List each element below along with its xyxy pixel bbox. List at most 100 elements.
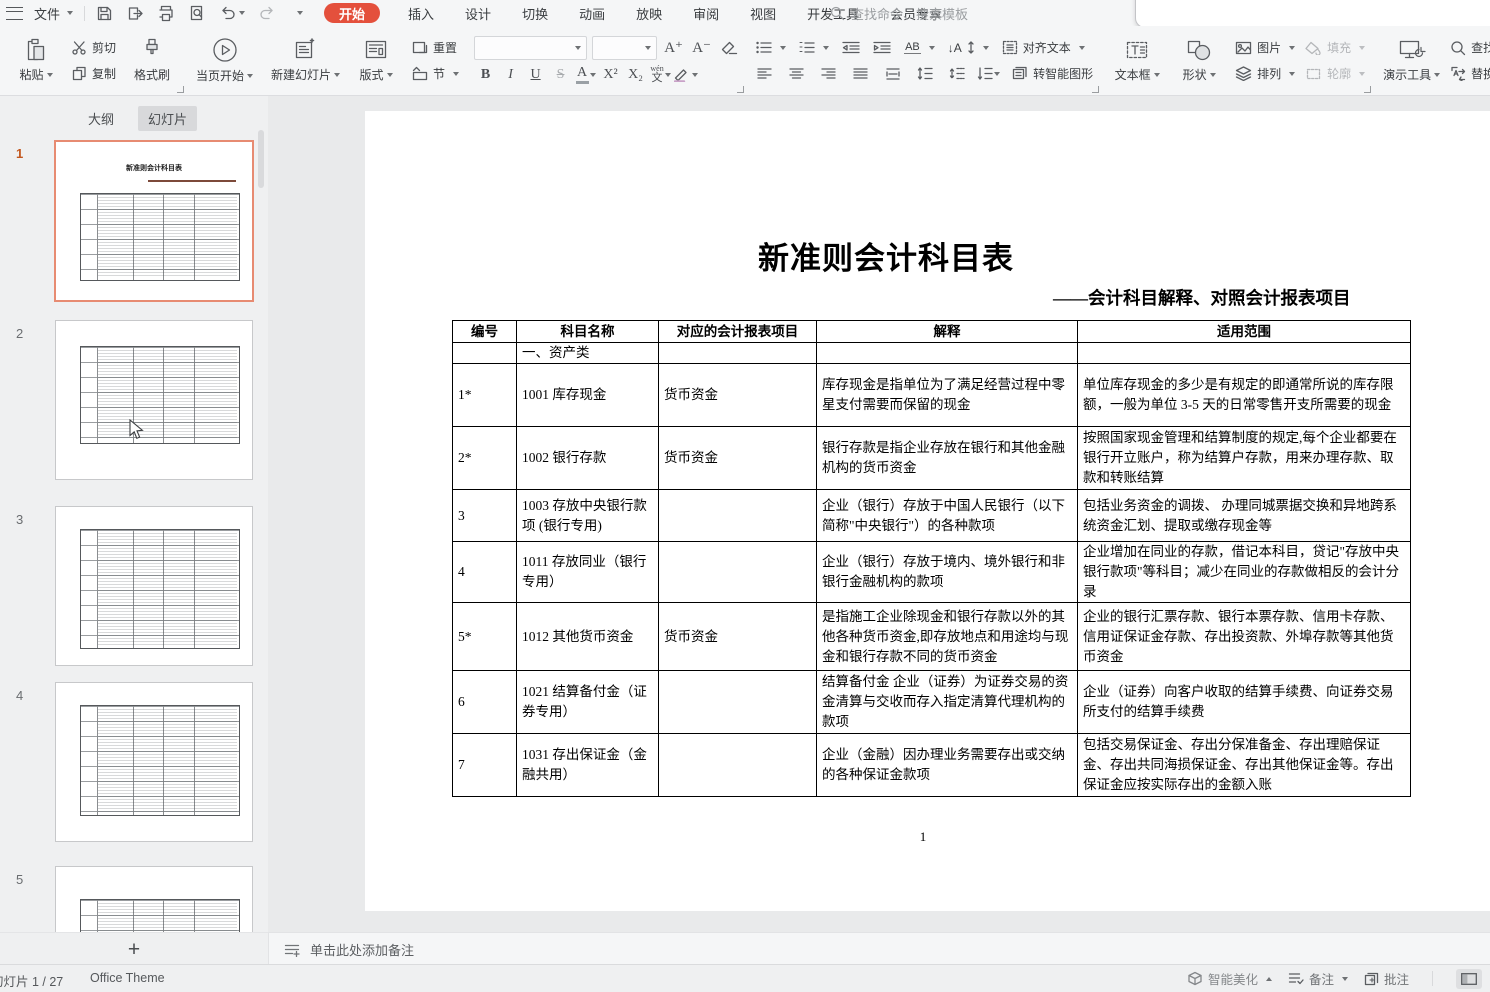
- slide-title[interactable]: 新准则会计科目表: [758, 233, 1014, 278]
- menu-icon[interactable]: [6, 7, 23, 20]
- copy-icon: [72, 66, 87, 81]
- slide-canvas[interactable]: 新准则会计科目表 ——会计科目解释、对照会计报表项目 编号 科目名称 对应的会计…: [268, 96, 1490, 932]
- section-button[interactable]: 节: [409, 63, 462, 85]
- increase-indent-button[interactable]: [870, 37, 894, 59]
- align-right-button[interactable]: [817, 63, 840, 85]
- line-spacing-button[interactable]: [913, 63, 936, 85]
- add-slide-button[interactable]: +: [128, 939, 140, 960]
- highlight-button[interactable]: [674, 64, 698, 86]
- change-case-button[interactable]: AB: [901, 37, 938, 59]
- export-button[interactable]: [123, 2, 147, 24]
- subscript-button[interactable]: X₂: [624, 64, 647, 86]
- bold-button[interactable]: B: [474, 64, 497, 86]
- file-menu[interactable]: 文件: [30, 1, 77, 25]
- distribute-button[interactable]: [881, 63, 904, 85]
- text-box-button[interactable]: 文本框: [1108, 38, 1166, 83]
- text-direction-button[interactable]: ↓A: [945, 37, 992, 59]
- slide-thumbnail-2[interactable]: [55, 320, 253, 480]
- table-row: 71031 存出保证金（金融共用） 企业（金融）因办理业务需要存出或交纳的各种保…: [453, 734, 1411, 797]
- layout-button[interactable]: 版式: [347, 38, 405, 83]
- insert-dialog-launcher[interactable]: [1364, 86, 1371, 93]
- find-button[interactable]: 查找: [1447, 37, 1490, 59]
- thumbnail-scrollbar[interactable]: [258, 130, 264, 188]
- font-size-combo[interactable]: [592, 36, 657, 60]
- slide-subtitle[interactable]: ——会计科目解释、对照会计报表项目: [1053, 285, 1351, 310]
- tab-home[interactable]: 开始: [324, 3, 380, 23]
- save-button[interactable]: [92, 2, 116, 24]
- accounting-table[interactable]: 编号 科目名称 对应的会计报表项目 解释 适用范围 一、资产类 1*1001 库…: [452, 320, 1411, 797]
- command-search[interactable]: 查找命令、搜索模板: [830, 4, 968, 23]
- outline-button[interactable]: 轮廓: [1302, 63, 1368, 85]
- clear-format-button[interactable]: [718, 37, 741, 59]
- slide-thumbnail-3[interactable]: [55, 506, 253, 666]
- tab-outline-pane[interactable]: 大纲: [78, 106, 124, 131]
- play-from-current-button[interactable]: 当页开始: [193, 37, 256, 84]
- format-painter-button[interactable]: 格式刷: [123, 38, 181, 83]
- redo-button[interactable]: [255, 2, 279, 24]
- normal-view-toggle[interactable]: [1456, 969, 1482, 989]
- tools-group: 演示工具 查找 替换: [1375, 26, 1490, 95]
- slide-thumbnail-5[interactable]: [55, 866, 253, 932]
- paragraph-dialog-launcher[interactable]: [1092, 86, 1099, 93]
- notes-bar[interactable]: 单击此处添加备注: [268, 932, 1490, 966]
- shapes-button[interactable]: 形状: [1170, 38, 1228, 83]
- smart-beautify-button[interactable]: 智能美化: [1187, 969, 1272, 988]
- mini-table: [80, 899, 240, 932]
- superscript-button[interactable]: X²: [599, 64, 622, 86]
- font-color-button[interactable]: A: [574, 64, 597, 86]
- para-spacing-before-button[interactable]: [945, 63, 968, 85]
- italic-button[interactable]: I: [499, 64, 522, 86]
- arrange-icon: [1235, 66, 1252, 81]
- tab-slides-pane[interactable]: 幻灯片: [138, 106, 197, 131]
- align-left-icon: [757, 68, 772, 80]
- slide-page[interactable]: 新准则会计科目表 ——会计科目解释、对照会计报表项目 编号 科目名称 对应的会计…: [365, 111, 1490, 911]
- print-button[interactable]: [154, 2, 178, 24]
- fill-button[interactable]: 填充: [1302, 37, 1368, 59]
- smart-graphic-button[interactable]: 转智能图形: [1009, 63, 1096, 85]
- clipboard-dialog-launcher[interactable]: [177, 86, 184, 93]
- decrease-font-button[interactable]: A⁻: [690, 37, 713, 59]
- customize-toolbar-button[interactable]: [286, 2, 310, 24]
- numbering-button[interactable]: [796, 37, 832, 59]
- justify-button[interactable]: [849, 63, 872, 85]
- tab-view[interactable]: 视图: [747, 3, 779, 23]
- align-left-button[interactable]: [753, 63, 776, 85]
- print-preview-button[interactable]: [185, 2, 209, 24]
- slide-panel: 大纲 幻灯片 1 新准则会计科目表 2 3 4 5: [0, 96, 268, 932]
- align-center-button[interactable]: [785, 63, 808, 85]
- comment-button[interactable]: 批注: [1364, 969, 1409, 988]
- decrease-indent-button[interactable]: [839, 37, 863, 59]
- reset-button[interactable]: 重置: [409, 37, 462, 59]
- para-spacing-after-button[interactable]: [977, 63, 1000, 85]
- notes-toggle-button[interactable]: 备注: [1288, 969, 1348, 988]
- tab-slideshow[interactable]: 放映: [633, 3, 665, 23]
- tab-animation[interactable]: 动画: [576, 3, 608, 23]
- slide-thumbnail-4[interactable]: [55, 682, 253, 842]
- chevron-down-icon: [67, 11, 73, 15]
- increase-font-button[interactable]: A⁺: [662, 37, 685, 59]
- align-text-button[interactable]: 对齐文本: [999, 37, 1088, 59]
- tab-design[interactable]: 设计: [462, 3, 494, 23]
- bullets-button[interactable]: [753, 37, 789, 59]
- paste-button[interactable]: 粘贴: [7, 38, 65, 83]
- arrange-button[interactable]: 排列: [1232, 63, 1298, 85]
- tab-insert[interactable]: 插入: [405, 3, 437, 23]
- font-family-combo[interactable]: [474, 36, 587, 60]
- pinyin-guide-button[interactable]: wén文: [649, 64, 672, 86]
- tab-review[interactable]: 审阅: [690, 3, 722, 23]
- strikethrough-button[interactable]: S: [549, 64, 572, 86]
- tab-transition[interactable]: 切换: [519, 3, 551, 23]
- undo-dropdown-icon[interactable]: [239, 11, 245, 15]
- smart-graphic-icon: [1012, 66, 1028, 81]
- undo-button[interactable]: [216, 2, 248, 24]
- presentation-tools-button[interactable]: 演示工具: [1380, 38, 1443, 83]
- replace-button[interactable]: 替换: [1447, 63, 1490, 85]
- copy-button[interactable]: 复制: [69, 63, 119, 85]
- font-dialog-launcher[interactable]: [737, 86, 744, 93]
- underline-button[interactable]: U: [524, 64, 547, 86]
- divider: [1432, 971, 1433, 986]
- picture-button[interactable]: 图片: [1232, 37, 1298, 59]
- cut-button[interactable]: 剪切: [69, 37, 119, 59]
- slide-thumbnail-1[interactable]: 新准则会计科目表: [54, 140, 254, 302]
- new-slide-button[interactable]: 新建幻灯片: [268, 38, 343, 83]
